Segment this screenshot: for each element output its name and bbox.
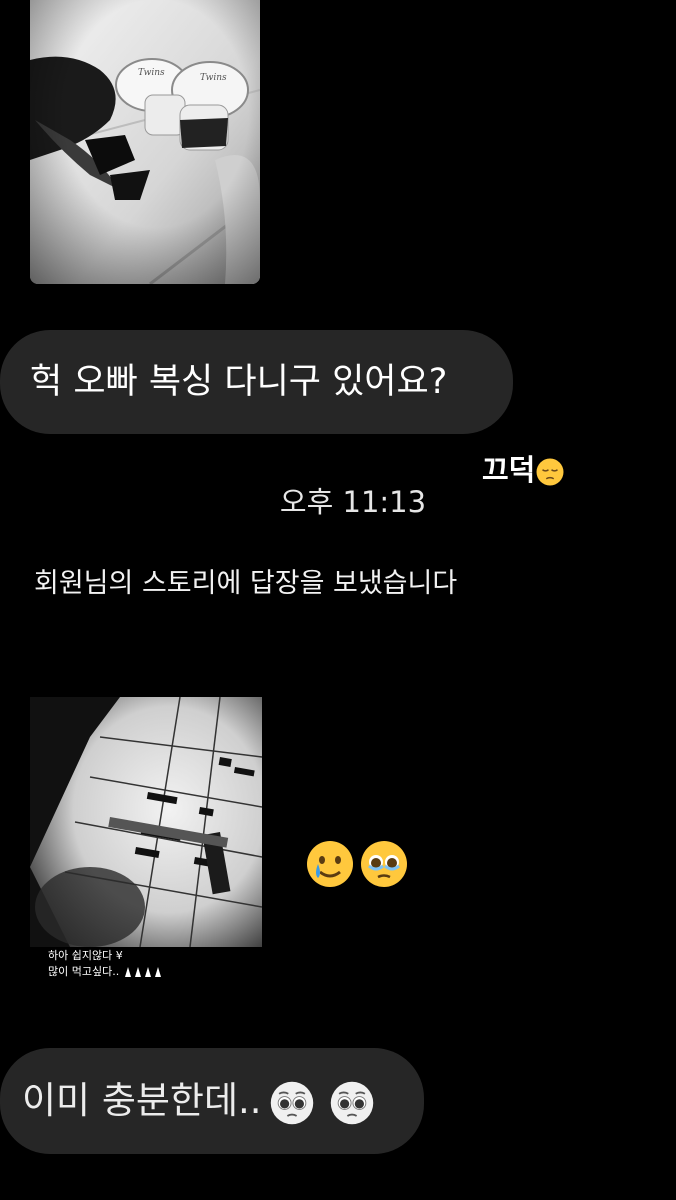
received-message-bubble[interactable]: 헉 오빠 복싱 다니구 있어요? (0, 330, 513, 434)
story-image-inbody-sheet[interactable] (30, 697, 262, 947)
pleading-face-icon (328, 1079, 376, 1127)
crying-smile-face-icon (304, 838, 356, 896)
story-caption-line-1: 하아 쉽지않다 ¥ (48, 949, 123, 962)
face-holding-back-tears-icon (358, 838, 410, 896)
folded-hands-icon (123, 966, 167, 978)
boxing-gloves-photo: Twins Twins (30, 0, 260, 284)
pleading-face-icon (268, 1079, 316, 1127)
story-caption: 하아 쉽지않다 ¥ 많이 먹고싶다.. (48, 948, 167, 980)
emoji-reaction-row[interactable] (304, 838, 410, 896)
received-message-text: 헉 오빠 복싱 다니구 있어요? (30, 362, 448, 402)
received-message-text: 이미 충분한데.. (22, 1079, 262, 1122)
story-image-boxing-gloves[interactable]: Twins Twins (30, 0, 260, 284)
inbody-sheet-photo (30, 697, 262, 947)
received-message-bubble[interactable]: 이미 충분한데.. (0, 1048, 424, 1154)
message-timestamp: 오후 11:13 (279, 485, 427, 519)
story-caption-line-2: 많이 먹고싶다.. (48, 965, 120, 978)
story-reply-label: 회원님의 스토리에 답장을 보냈습니다 (34, 568, 458, 599)
